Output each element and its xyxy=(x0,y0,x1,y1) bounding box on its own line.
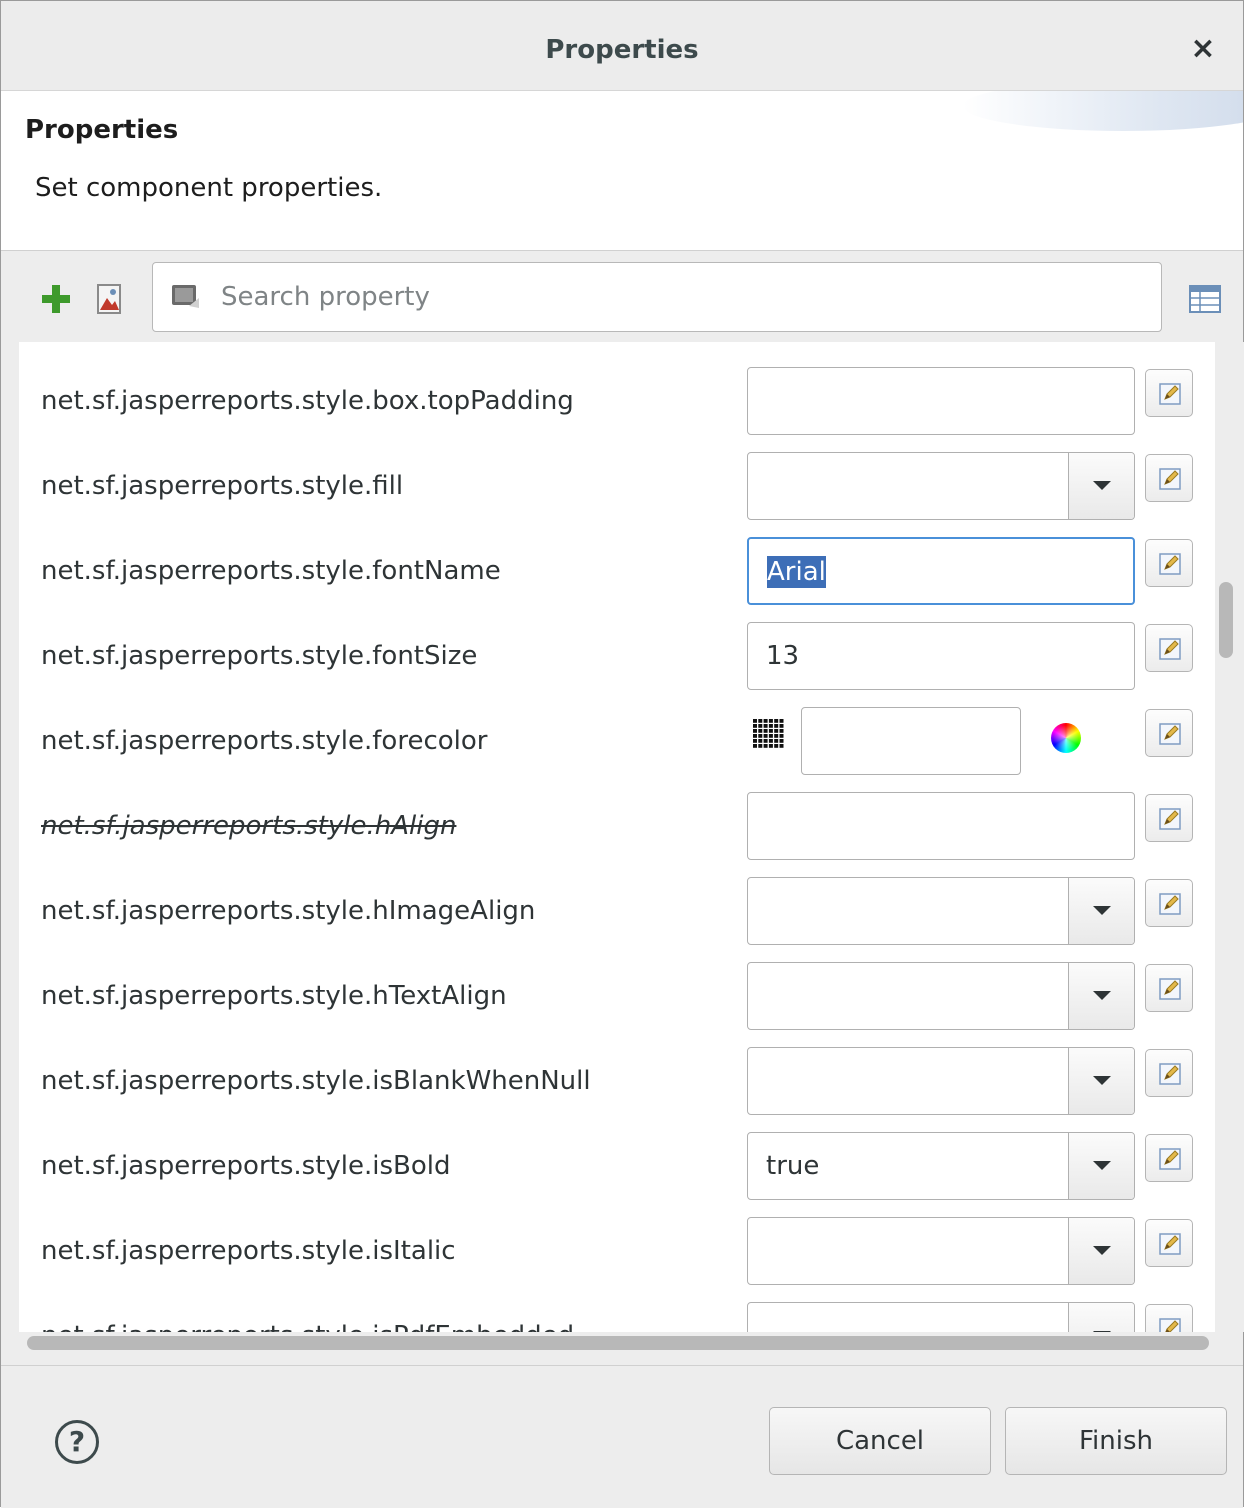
image-icon[interactable] xyxy=(93,282,127,316)
property-value-field[interactable]: 13 xyxy=(747,622,1135,690)
edit-property-button[interactable] xyxy=(1145,1219,1193,1267)
edit-property-button[interactable] xyxy=(1145,1049,1193,1097)
edit-property-button[interactable] xyxy=(1145,794,1193,842)
wizard-header: Properties Set component properties. xyxy=(1,91,1243,251)
property-row: net.sf.jasperreports.style.box.topPaddin… xyxy=(19,359,1215,444)
chevron-down-icon[interactable] xyxy=(1068,1218,1134,1284)
chevron-down-icon[interactable] xyxy=(1068,1303,1134,1332)
property-row: net.sf.jasperreports.style.isPdfEmbedded xyxy=(19,1294,1215,1332)
property-name: net.sf.jasperreports.style.isBold xyxy=(41,1151,451,1181)
pencil-icon xyxy=(1159,1148,1181,1170)
table-view-icon[interactable] xyxy=(1189,285,1221,313)
property-name: net.sf.jasperreports.style.fontName xyxy=(41,556,501,586)
pencil-icon xyxy=(1159,1233,1181,1255)
color-value-field[interactable] xyxy=(801,707,1021,775)
header-decoration xyxy=(963,91,1243,131)
property-row: net.sf.jasperreports.style.fontSize 13 xyxy=(19,614,1215,699)
property-name: net.sf.jasperreports.style.fill xyxy=(41,471,404,501)
page-description: Set component properties. xyxy=(35,173,383,203)
page-title: Properties xyxy=(25,115,179,145)
pencil-icon xyxy=(1159,1063,1181,1085)
property-row: net.sf.jasperreports.style.isItalic xyxy=(19,1209,1215,1294)
finish-button[interactable]: Finish xyxy=(1005,1407,1227,1475)
edit-property-button[interactable] xyxy=(1145,879,1193,927)
horizontal-scrollbar[interactable] xyxy=(19,1332,1215,1362)
pencil-icon xyxy=(1159,468,1181,490)
color-wheel-icon[interactable] xyxy=(1051,723,1081,753)
edit-property-button[interactable] xyxy=(1145,1134,1193,1182)
property-row: net.sf.jasperreports.style.hAlign xyxy=(19,784,1215,869)
chevron-down-icon[interactable] xyxy=(1068,878,1134,944)
property-name: net.sf.jasperreports.style.isBlankWhenNu… xyxy=(41,1066,591,1096)
edit-property-button[interactable] xyxy=(1145,369,1193,417)
property-combo[interactable] xyxy=(747,877,1135,945)
vertical-scrollbar[interactable] xyxy=(1215,342,1244,1332)
edit-property-button[interactable] xyxy=(1145,539,1193,587)
pencil-icon xyxy=(1159,638,1181,660)
search-box[interactable] xyxy=(152,262,1162,332)
title-bar: Properties × xyxy=(1,1,1243,91)
property-value-field[interactable]: Arial xyxy=(747,537,1135,605)
footer: ? Cancel Finish xyxy=(1,1365,1243,1508)
property-name: net.sf.jasperreports.style.isItalic xyxy=(41,1236,456,1266)
pencil-icon xyxy=(1159,978,1181,1000)
pencil-icon xyxy=(1159,808,1181,830)
property-name: net.sf.jasperreports.style.hTextAlign xyxy=(41,981,507,1011)
property-name: net.sf.jasperreports.style.box.topPaddin… xyxy=(41,386,574,416)
pencil-icon xyxy=(1159,1318,1181,1332)
color-palette-icon[interactable] xyxy=(751,717,787,751)
property-row: net.sf.jasperreports.style.fill xyxy=(19,444,1215,529)
property-list: net.sf.jasperreports.style.box.topPaddin… xyxy=(19,342,1215,1332)
property-name: net.sf.jasperreports.style.forecolor xyxy=(41,726,488,756)
plus-icon[interactable] xyxy=(39,282,73,316)
property-combo[interactable] xyxy=(747,1047,1135,1115)
property-combo[interactable] xyxy=(747,962,1135,1030)
property-combo[interactable]: true xyxy=(747,1132,1135,1200)
properties-dialog: Properties × Properties Set component pr… xyxy=(0,0,1244,1508)
property-row: net.sf.jasperreports.style.hTextAlign xyxy=(19,954,1215,1039)
property-row: net.sf.jasperreports.style.isBold true xyxy=(19,1124,1215,1209)
pencil-icon xyxy=(1159,383,1181,405)
pencil-icon xyxy=(1159,553,1181,575)
property-row: net.sf.jasperreports.style.fontName Arial xyxy=(19,529,1215,614)
chevron-down-icon[interactable] xyxy=(1068,1048,1134,1114)
edit-property-button[interactable] xyxy=(1145,624,1193,672)
property-value: Arial xyxy=(767,556,826,588)
property-combo[interactable] xyxy=(747,1217,1135,1285)
edit-property-button[interactable] xyxy=(1145,1304,1193,1332)
property-name: net.sf.jasperreports.style.fontSize xyxy=(41,641,478,671)
edit-property-button[interactable] xyxy=(1145,709,1193,757)
help-icon[interactable]: ? xyxy=(55,1420,99,1464)
property-value: 13 xyxy=(766,641,800,671)
pencil-icon xyxy=(1159,893,1181,915)
property-row: net.sf.jasperreports.style.isBlankWhenNu… xyxy=(19,1039,1215,1124)
property-combo[interactable] xyxy=(747,1302,1135,1332)
property-value-field[interactable] xyxy=(747,792,1135,860)
edit-property-button[interactable] xyxy=(1145,454,1193,502)
property-name: net.sf.jasperreports.style.hImageAlign xyxy=(41,896,536,926)
edit-property-button[interactable] xyxy=(1145,964,1193,1012)
property-value: true xyxy=(766,1151,820,1181)
property-name: net.sf.jasperreports.style.isPdfEmbedded xyxy=(41,1321,574,1332)
vertical-scroll-thumb[interactable] xyxy=(1219,582,1233,658)
property-row: net.sf.jasperreports.style.hImageAlign xyxy=(19,869,1215,954)
window-title: Properties xyxy=(545,35,699,65)
property-value-field[interactable] xyxy=(747,367,1135,435)
cancel-button[interactable]: Cancel xyxy=(769,1407,991,1475)
search-field-icon xyxy=(172,285,199,308)
chevron-down-icon[interactable] xyxy=(1068,963,1134,1029)
pencil-icon xyxy=(1159,723,1181,745)
horizontal-scroll-thumb[interactable] xyxy=(27,1336,1209,1350)
chevron-down-icon[interactable] xyxy=(1068,453,1134,519)
property-name: net.sf.jasperreports.style.hAlign xyxy=(41,811,457,841)
property-combo[interactable] xyxy=(747,452,1135,520)
chevron-down-icon[interactable] xyxy=(1068,1133,1134,1199)
search-input[interactable] xyxy=(219,273,1119,321)
close-icon[interactable]: × xyxy=(1185,31,1221,67)
property-row: net.sf.jasperreports.style.forecolor xyxy=(19,699,1215,784)
